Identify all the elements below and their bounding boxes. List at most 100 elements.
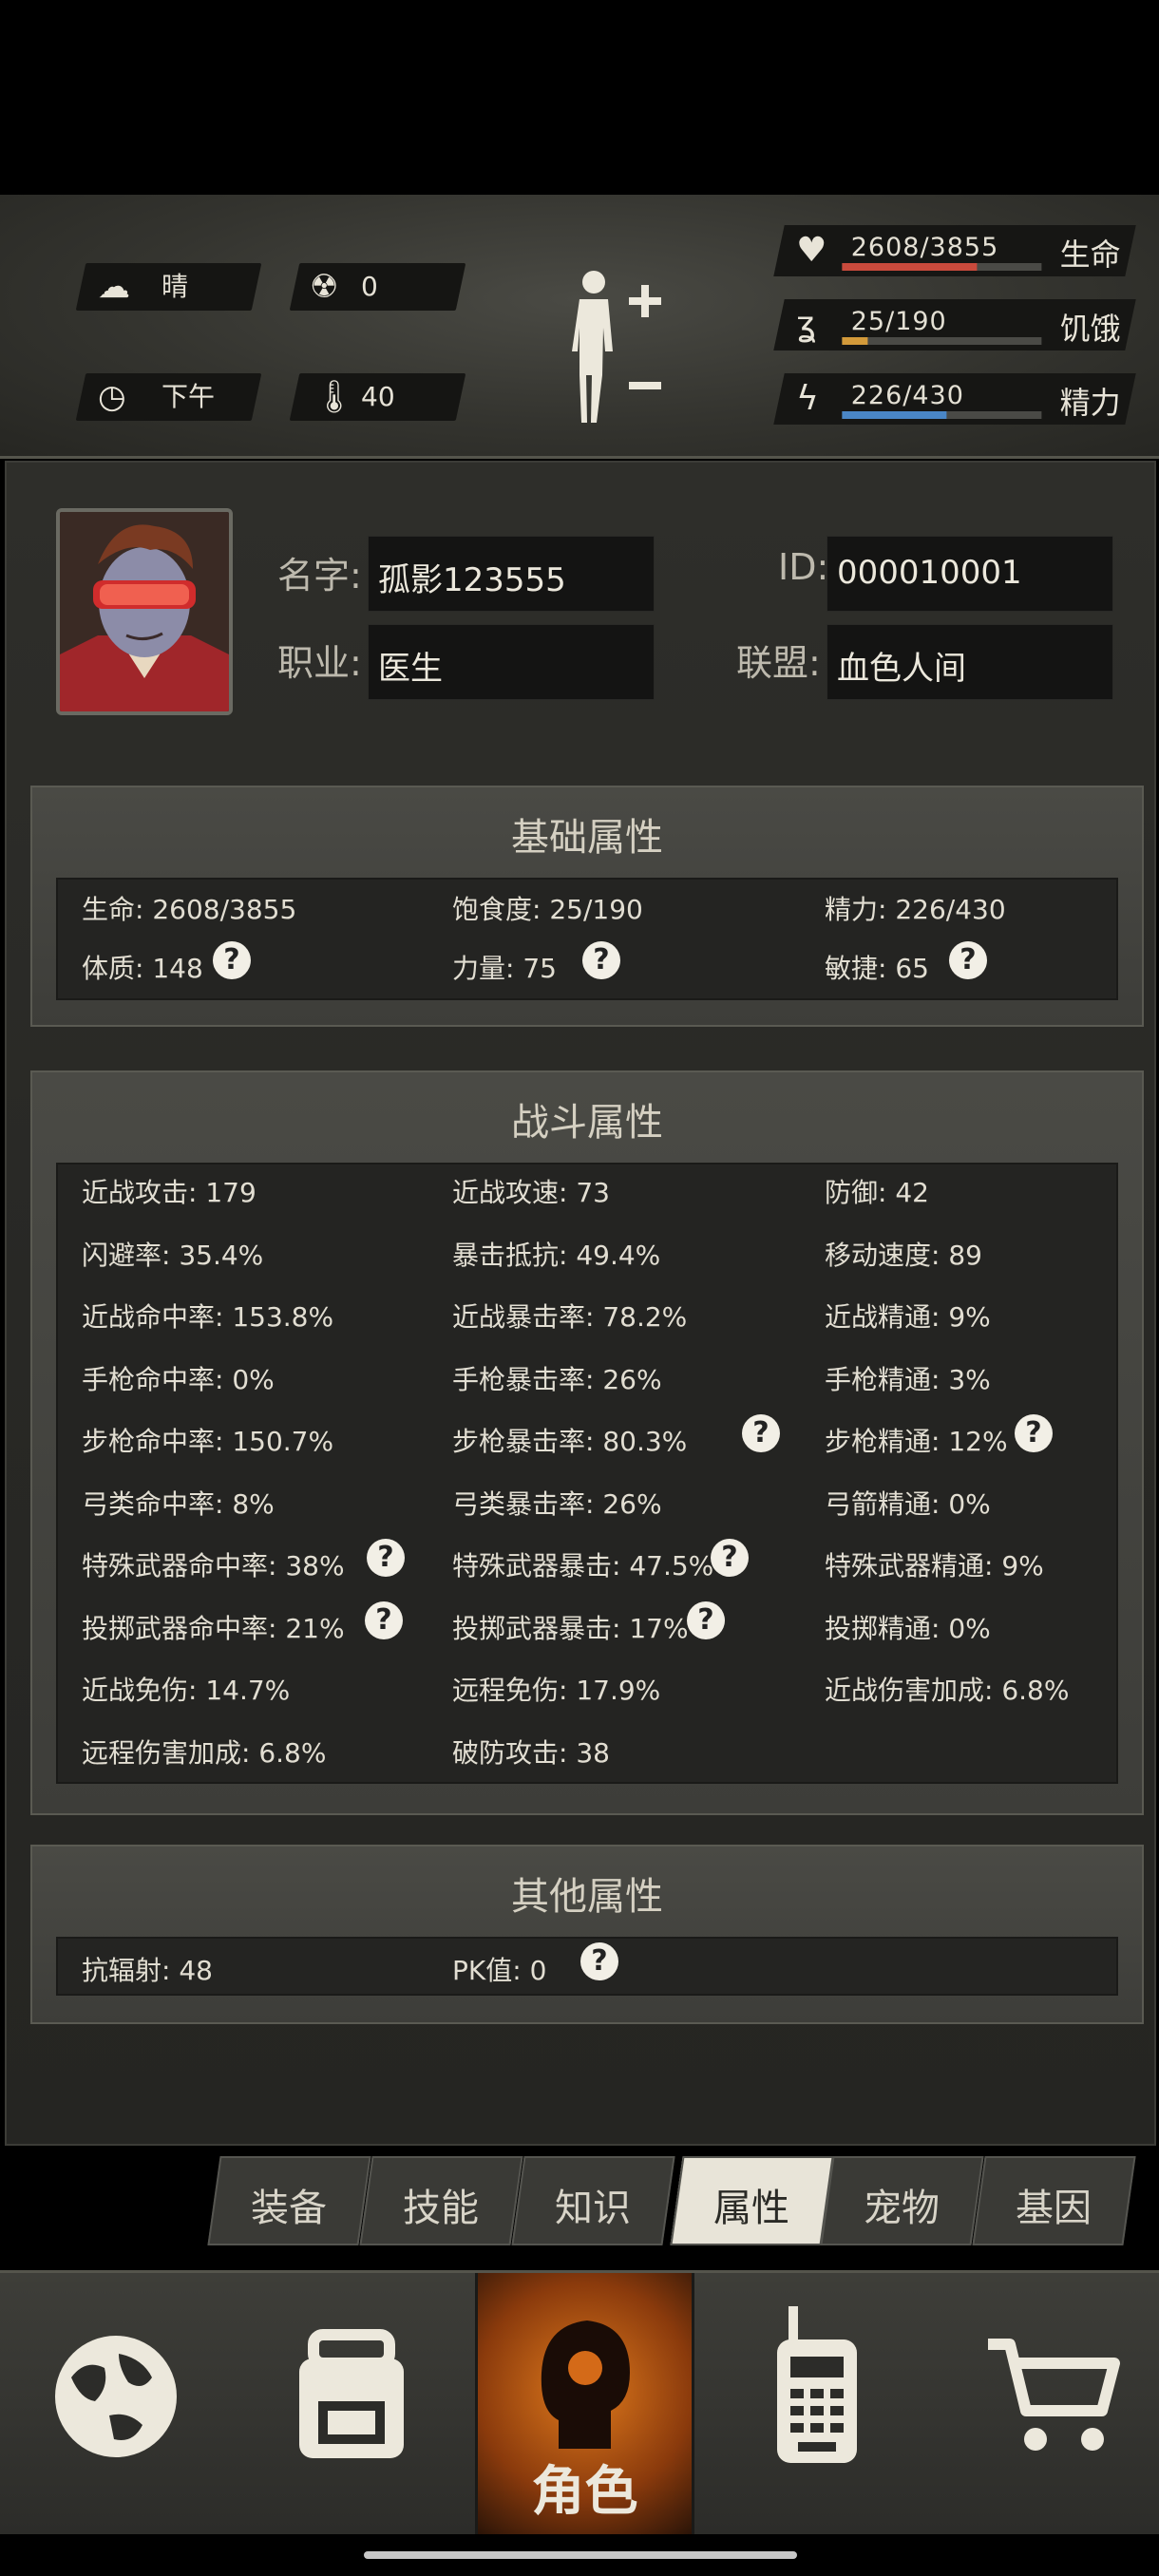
help-icon[interactable]: ? (711, 1539, 749, 1577)
heart-icon: ♥ (796, 231, 827, 270)
combat-attr-item: 投掷武器暴击: 17% (452, 1612, 689, 1644)
name-value: 孤影123555 (378, 561, 566, 599)
tab-pets-label: 宠物 (863, 2187, 940, 2230)
job-field: 医生 (368, 624, 655, 700)
id-field: 000010001 (826, 536, 1113, 612)
help-icon[interactable]: ? (742, 1414, 780, 1452)
weather-value: 晴 (162, 271, 189, 302)
name-label: 名字: (277, 555, 362, 597)
tab-knowledge-label: 知识 (554, 2187, 631, 2230)
help-constitution-icon[interactable]: ? (213, 941, 251, 979)
body-figure-icon[interactable] (560, 261, 674, 432)
shopping-cart-icon (988, 2339, 1120, 2451)
combat-attr-item: 投掷精通: 0% (825, 1612, 991, 1644)
tab-skills-label: 技能 (402, 2187, 479, 2230)
walkie-talkie-icon (777, 2306, 857, 2463)
attr-agility: 敏捷: 65 (825, 953, 929, 984)
combat-attr-item: 近战精通: 9% (825, 1301, 991, 1333)
tab-pets[interactable]: 宠物 (820, 2156, 984, 2245)
tab-genes[interactable]: 基因 (972, 2156, 1136, 2245)
life-bar (842, 263, 1042, 271)
home-indicator[interactable] (364, 2551, 797, 2559)
hunger-bar (842, 337, 1042, 345)
tab-equipment-label: 装备 (250, 2187, 327, 2230)
help-strength-icon[interactable]: ? (582, 941, 620, 979)
hunger-stat: ʓ 25/190 饥饿 (773, 299, 1136, 350)
globe-icon (55, 2336, 177, 2457)
other-attributes-title: 其他属性 (511, 1875, 663, 1919)
clock-icon: ◷ (98, 378, 126, 416)
combat-attr-item: 破防攻击: 38 (452, 1736, 610, 1769)
tab-genes-label: 基因 (1015, 2187, 1092, 2230)
nav-backpack-button[interactable] (233, 2273, 470, 2534)
other-attributes-section: 其他属性 抗辐射: 48 PK值: 0 ? (30, 1845, 1144, 2024)
combat-attr-item: 手枪暴击率: 26% (452, 1363, 662, 1395)
combat-attr-item: 近战伤害加成: 6.8% (825, 1675, 1070, 1706)
energy-value: 226/430 (850, 381, 964, 410)
id-value: 000010001 (837, 554, 1022, 592)
temperature-value: 40 (361, 381, 395, 412)
alliance-field: 血色人间 (826, 624, 1113, 700)
radiation-value: 0 (361, 271, 378, 302)
combat-attr-item: 近战攻击: 179 (82, 1177, 256, 1208)
combat-attr-item: 特殊武器命中率: 38% (82, 1550, 345, 1582)
combat-attr-item: 步枪暴击率: 80.3% (452, 1426, 688, 1457)
attr-pk-value: PK值: 0 (452, 1955, 547, 1986)
combat-attributes-section: 战斗属性 近战攻击: 179 近战攻速: 73 防御: 42 闪避率: 35.4% 暴击… (30, 1070, 1144, 1815)
combat-attr-item: 特殊武器暴击: 47.5% (452, 1550, 714, 1582)
nav-character-label: 角色 (531, 2461, 638, 2523)
nav-radio-button[interactable] (694, 2273, 931, 2534)
id-label: ID: (778, 546, 829, 588)
energy-bar (842, 411, 1042, 419)
combat-attr-item: 暴击抵抗: 49.4% (452, 1239, 661, 1271)
help-pk-icon[interactable]: ? (580, 1942, 618, 1980)
time-of-day-value: 下午 (162, 381, 216, 412)
name-field: 孤影123555 (368, 536, 655, 612)
weather-sun-cloud-icon: ☁ (98, 268, 130, 306)
life-label: 生命 (1059, 237, 1121, 273)
thermometer-icon: 🌡 (314, 378, 355, 416)
combat-attr-item: 弓箭精通: 0% (825, 1487, 991, 1520)
radiation-icon: ☢ (310, 268, 339, 306)
combat-attr-item: 防御: 42 (825, 1177, 929, 1208)
tab-equipment[interactable]: 装备 (207, 2156, 371, 2245)
nav-map-button[interactable] (0, 2273, 233, 2534)
combat-attr-item: 近战命中率: 153.8% (82, 1301, 334, 1333)
combat-attr-item: 步枪命中率: 150.7% (82, 1426, 334, 1457)
basic-attributes-title: 基础属性 (511, 816, 663, 860)
life-bar-fill (842, 263, 978, 271)
tab-knowledge[interactable]: 知识 (511, 2156, 675, 2245)
character-icon (541, 2320, 630, 2449)
character-panel: 名字: 孤影123555 ID: 000010001 职业: 医生 联盟: 血色… (5, 461, 1156, 2146)
radiation-slot: ☢ 0 (289, 263, 466, 311)
combat-attributes-title: 战斗属性 (511, 1101, 663, 1145)
attr-life: 生命: 2608/3855 (82, 894, 297, 925)
hunger-value: 25/190 (850, 307, 947, 336)
combat-attr-item: 投掷武器命中率: 21% (82, 1612, 345, 1644)
weather-slot: ☁ 晴 (75, 263, 262, 311)
help-icon[interactable]: ? (367, 1539, 405, 1577)
alliance-value: 血色人间 (837, 650, 966, 688)
stomach-icon: ʓ (796, 305, 816, 344)
help-icon[interactable]: ? (1015, 1414, 1053, 1452)
help-icon[interactable]: ? (687, 1601, 725, 1639)
avatar[interactable] (56, 508, 233, 715)
combat-attr-item: 远程免伤: 17.9% (452, 1675, 661, 1706)
combat-attr-item: 特殊武器精通: 9% (825, 1550, 1044, 1582)
combat-attr-item: 移动速度: 89 (825, 1239, 982, 1271)
combat-attr-item: 弓类暴击率: 26% (452, 1487, 662, 1520)
tab-attributes[interactable]: 属性 (670, 2156, 834, 2245)
nav-character-button[interactable]: 角色 (475, 2273, 694, 2534)
help-agility-icon[interactable]: ? (949, 941, 987, 979)
tab-skills[interactable]: 技能 (359, 2156, 523, 2245)
combat-attr-item: 近战暴击率: 78.2% (452, 1301, 688, 1333)
help-icon[interactable]: ? (365, 1601, 403, 1639)
brain-icon: ϟ (796, 379, 819, 418)
basic-attributes-list: 生命: 2608/3855 饱食度: 25/190 精力: 226/430 体质… (56, 878, 1118, 1000)
status-hud: ☁ 晴 ☢ 0 ◷ 下午 🌡 40 ♥ 2608/3855 生命 ʓ 25/19… (0, 195, 1159, 459)
nav-shop-button[interactable] (936, 2273, 1159, 2534)
job-label: 职业: (277, 642, 362, 684)
time-slot: ◷ 下午 (75, 373, 262, 421)
basic-attributes-section: 基础属性 生命: 2608/3855 饱食度: 25/190 精力: 226/4… (30, 786, 1144, 1027)
energy-stat: ϟ 226/430 精力 (773, 373, 1136, 425)
